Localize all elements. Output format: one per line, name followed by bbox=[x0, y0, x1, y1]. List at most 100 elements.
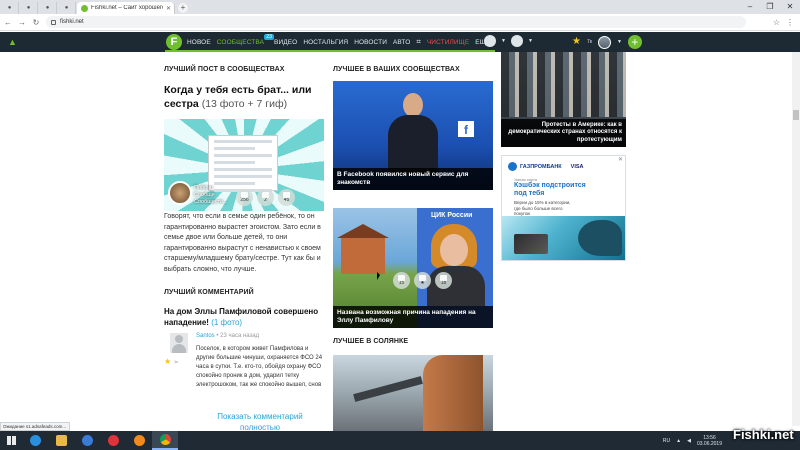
ad-brand: ГАЗПРОМБАНК VISA bbox=[508, 162, 584, 171]
bookmark-count[interactable]: ★ bbox=[414, 272, 431, 289]
clock[interactable]: 13:56 03.06.2019 bbox=[697, 435, 722, 447]
windows-logo-icon bbox=[6, 436, 16, 445]
card-caption: Названа возможная причина нападения на Э… bbox=[333, 306, 493, 328]
facebook-logo-icon: f bbox=[458, 121, 474, 137]
nav-item-purgatory[interactable]: ЧИСТИЛИЩЕ bbox=[427, 39, 469, 46]
post-stats: 256 2 45 bbox=[236, 189, 295, 206]
page-scrollbar[interactable] bbox=[792, 52, 800, 426]
site-favicon-icon bbox=[81, 4, 88, 12]
tab-title: Fishki.net – Сайт хорошего нас bbox=[91, 5, 163, 11]
tag-icon[interactable]: ⌗ bbox=[416, 37, 421, 47]
browser-menu-icon[interactable]: ⋮ bbox=[786, 18, 794, 27]
show-full-comment-link[interactable]: Показать комментарий полностью bbox=[210, 411, 310, 433]
section-title-best-post: ЛУЧШИЙ ПОСТ В СООБЩЕСТВАХ bbox=[164, 66, 285, 73]
nav-item-nostalgia[interactable]: НОСТАЛЬГИЯ bbox=[303, 39, 348, 46]
avatar[interactable] bbox=[597, 35, 611, 49]
browser-tab-bar: ● ● ● ● Fishki.net – Сайт хорошего нас ✕… bbox=[0, 0, 800, 14]
photo-sign-text: ЦИК России bbox=[431, 212, 473, 219]
forward-arrow-icon[interactable]: → bbox=[18, 18, 26, 27]
back-arrow-icon[interactable]: ← bbox=[4, 18, 12, 27]
taskbar-firefox[interactable] bbox=[126, 431, 152, 450]
close-window-button[interactable]: ✕ bbox=[780, 0, 800, 14]
tab-close-icon[interactable]: ✕ bbox=[166, 5, 174, 12]
browser-tab[interactable]: ● bbox=[1, 2, 19, 14]
browser-tab[interactable]: ● bbox=[58, 2, 76, 14]
main-nav: НОВОЕ СООБЩЕСТВА 23 ВИДЕО НОСТАЛЬГИЯ НОВ… bbox=[187, 32, 490, 52]
overlay-line: Побочн bbox=[194, 185, 214, 191]
nav-item-video[interactable]: ВИДЕО bbox=[274, 39, 297, 46]
add-post-button[interactable]: + bbox=[627, 35, 642, 49]
bank-logo-icon bbox=[508, 162, 517, 171]
chevron-down-icon[interactable]: ▼ bbox=[528, 38, 533, 44]
worker-photo bbox=[423, 355, 483, 431]
taskbar-explorer[interactable] bbox=[48, 431, 74, 450]
nav-item-new[interactable]: НОВОЕ bbox=[187, 39, 211, 46]
tool-photo bbox=[353, 376, 423, 402]
browser-tab-active[interactable]: Fishki.net – Сайт хорошего нас ✕ bbox=[77, 2, 175, 14]
network-icon[interactable]: ▲ bbox=[676, 438, 681, 444]
taskbar-ie[interactable] bbox=[22, 431, 48, 450]
best-post-image[interactable]: Побочн Сообще Сообщесте... 256 2 45 bbox=[164, 119, 324, 211]
avatar[interactable] bbox=[170, 333, 188, 353]
likes-count[interactable]: 15 bbox=[393, 272, 410, 289]
best-post-title[interactable]: Когда у тебя есть брат... или сестра (13… bbox=[164, 83, 329, 111]
comment-post-title[interactable]: На дом Эллы Памфиловой совершено нападен… bbox=[164, 307, 324, 328]
ad-banner[interactable]: ✕ ГАЗПРОМБАНК VISA Умная карта Кэшбэк по… bbox=[501, 155, 626, 261]
comment-username[interactable]: Santos bbox=[196, 333, 215, 339]
comments-count[interactable]: 45 bbox=[278, 189, 295, 206]
moon-toggle-icon[interactable] bbox=[484, 35, 496, 47]
comment-time: 23 часа назад bbox=[220, 333, 260, 339]
search-icon[interactable] bbox=[510, 35, 523, 47]
chrome-icon bbox=[159, 434, 171, 445]
card-caption: В Facebook появился новый сервис для зна… bbox=[333, 168, 493, 190]
browser-toolbar: ← → ↻ fishki.net ☆ ⋮ bbox=[0, 14, 800, 31]
news-card[interactable]: f В Facebook появился новый сервис для з… bbox=[333, 81, 493, 190]
bookmark-star-icon[interactable]: ☆ bbox=[773, 18, 780, 27]
bookmark-count[interactable]: 2 bbox=[257, 189, 274, 206]
protest-photo bbox=[501, 52, 626, 117]
browser-tab[interactable]: ● bbox=[20, 2, 38, 14]
site-header: ▲ F НОВОЕ СООБЩЕСТВА 23 ВИДЕО НОСТАЛЬГИЯ… bbox=[0, 32, 800, 52]
best-post-excerpt: Говорят, что если в семье один ребёнок, … bbox=[164, 213, 321, 273]
window-controls: – ❐ ✕ bbox=[740, 0, 800, 14]
nav-item-auto[interactable]: АВТО bbox=[393, 39, 410, 46]
site-logo[interactable]: F bbox=[166, 34, 182, 50]
ad-close-icon[interactable]: ✕ bbox=[618, 156, 623, 163]
maximize-button[interactable]: ❐ bbox=[760, 0, 780, 14]
language-indicator[interactable]: RU bbox=[663, 438, 670, 444]
scrollbar-thumb[interactable] bbox=[793, 110, 799, 120]
chevron-down-icon[interactable]: ▼ bbox=[501, 38, 506, 44]
user-tools: ★ 7к ▼ + bbox=[572, 35, 642, 49]
communities-count-badge: 23 bbox=[264, 33, 275, 40]
card-stats: 15 ★ 18 bbox=[393, 272, 452, 289]
start-button[interactable] bbox=[0, 431, 22, 450]
volume-icon[interactable]: ◀ bbox=[687, 438, 691, 444]
user-rank: 7к bbox=[586, 39, 592, 45]
reload-icon[interactable]: ↻ bbox=[32, 18, 40, 27]
rating-star-icon: ★ bbox=[572, 36, 581, 47]
minimize-button[interactable]: – bbox=[740, 0, 760, 14]
section-title-best-comment: ЛУЧШИЙ КОММЕНТАРИЙ bbox=[164, 289, 254, 296]
opera-icon bbox=[107, 435, 119, 446]
taskbar-opera[interactable] bbox=[100, 431, 126, 450]
nav-item-communities[interactable]: СООБЩЕСТВА 23 bbox=[217, 33, 275, 46]
tweet-screenshot bbox=[208, 135, 278, 192]
address-text: fishki.net bbox=[60, 19, 84, 25]
browser-tab[interactable]: ● bbox=[39, 2, 57, 14]
address-bar[interactable]: fishki.net bbox=[46, 16, 746, 28]
header-tools: ▼ ▼ bbox=[484, 35, 533, 47]
taskbar-chrome[interactable] bbox=[152, 431, 178, 450]
news-card[interactable]: ЦИК России 15 ★ 18 Названа возможная при… bbox=[333, 208, 493, 328]
sidebar-news-card[interactable]: Протесты в Америке: как в демократически… bbox=[501, 52, 626, 147]
scroll-up-icon[interactable]: ▲ bbox=[8, 37, 17, 47]
new-tab-button[interactable]: + bbox=[178, 3, 188, 13]
taskbar-media[interactable] bbox=[74, 431, 100, 450]
bank-name: ГАЗПРОМБАНК bbox=[520, 163, 562, 170]
chevron-down-icon[interactable]: ▼ bbox=[617, 39, 622, 45]
likes-count[interactable]: 256 bbox=[236, 189, 253, 206]
nav-item-news[interactable]: НОВОСТИ bbox=[354, 39, 387, 46]
community-avatar[interactable] bbox=[168, 181, 192, 205]
news-card[interactable] bbox=[333, 355, 493, 431]
internet-explorer-icon bbox=[29, 435, 41, 446]
comments-count[interactable]: 18 bbox=[435, 272, 452, 289]
